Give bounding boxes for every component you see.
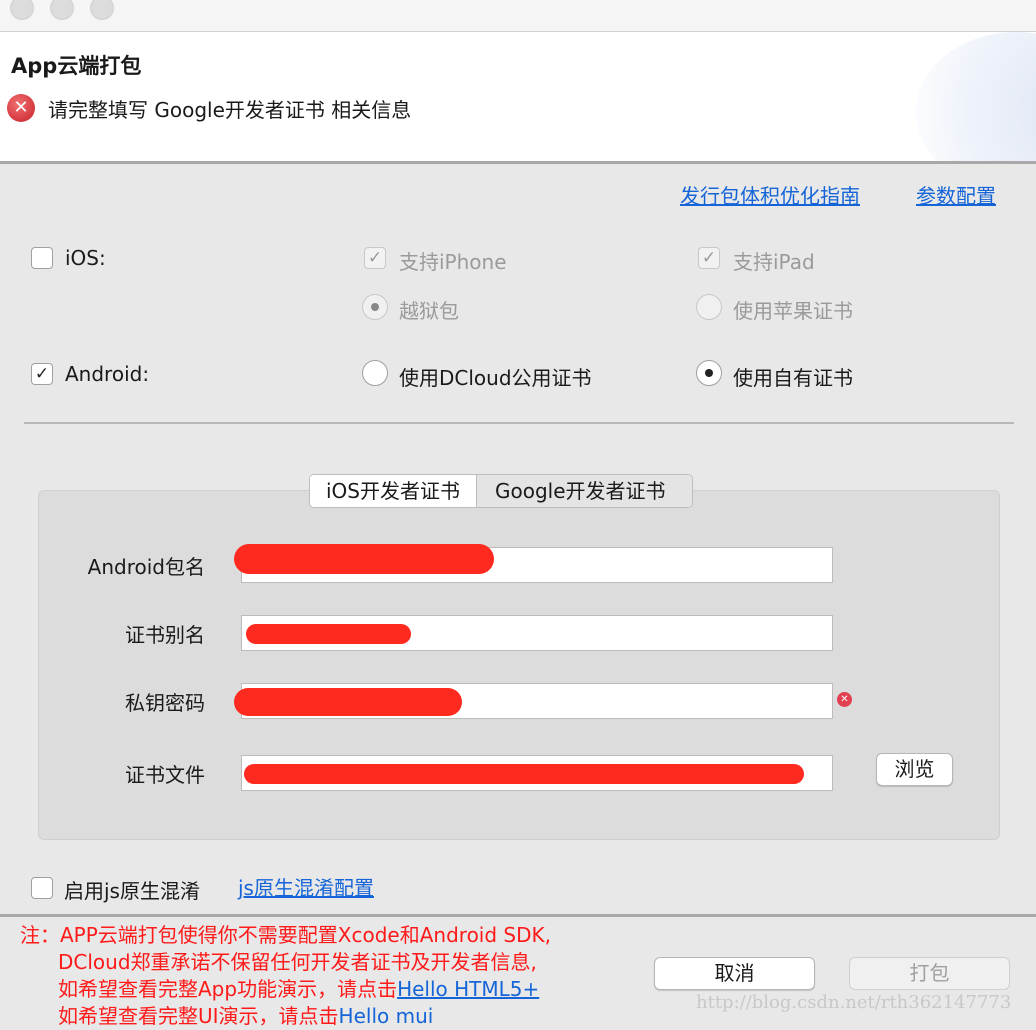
hello-mui-link[interactable]: Hello mui bbox=[339, 1004, 434, 1028]
dialog-header: App云端打包 ✕ 请完整填写 Google开发者证书 相关信息 bbox=[0, 32, 1036, 164]
alias-label: 证书别名 bbox=[125, 623, 205, 647]
jailbreak-label: 越狱包 bbox=[399, 299, 459, 323]
note-line-3: 如希望查看完整App功能演示，请点击 bbox=[58, 977, 398, 1001]
footer-divider bbox=[0, 914, 1036, 917]
hello-html5-link[interactable]: Hello HTML5+ bbox=[397, 977, 539, 1001]
note-line-4: 如希望查看完整UI演示，请点击 bbox=[58, 1004, 339, 1028]
apple-cert-label: 使用苹果证书 bbox=[733, 299, 853, 323]
size-guide-link[interactable]: 发行包体积优化指南 bbox=[680, 180, 860, 209]
redaction-mark bbox=[246, 624, 411, 644]
ipad-label: 支持iPad bbox=[733, 250, 815, 274]
iphone-checkbox[interactable]: ✓ bbox=[364, 247, 386, 269]
zoom-window-button[interactable] bbox=[90, 0, 114, 20]
watermark: http://blog.csdn.net/rth362147773 bbox=[696, 992, 1012, 1013]
redaction-mark bbox=[234, 544, 494, 574]
file-label: 证书文件 bbox=[125, 763, 205, 787]
cert-tabs: iOS开发者证书 Google开发者证书 bbox=[309, 474, 693, 508]
pack-button[interactable]: 打包 bbox=[849, 957, 1010, 990]
param-config-link[interactable]: 参数配置 bbox=[916, 180, 996, 209]
note-line-2: DCloud郑重承诺不保留任何开发者证书及开发者信息, bbox=[58, 950, 537, 974]
android-checkbox[interactable]: ✓ bbox=[31, 363, 53, 385]
redaction-mark bbox=[234, 688, 462, 716]
obfuscation-label: 启用js原生混淆 bbox=[64, 879, 200, 903]
error-message: 请完整填写 Google开发者证书 相关信息 bbox=[48, 98, 412, 122]
android-label: Android: bbox=[65, 362, 150, 386]
package-name-label: Android包名 bbox=[87, 555, 205, 579]
password-input[interactable] bbox=[234, 683, 833, 719]
dialog-title: App云端打包 bbox=[11, 54, 142, 78]
error-icon: ✕ bbox=[7, 94, 35, 122]
alias-input[interactable] bbox=[241, 615, 833, 651]
field-error-icon: ✕ bbox=[837, 692, 852, 707]
ios-label: iOS: bbox=[65, 246, 106, 270]
title-bar bbox=[0, 0, 1036, 32]
close-window-button[interactable] bbox=[10, 0, 34, 20]
browse-button[interactable]: 浏览 bbox=[876, 753, 953, 786]
jailbreak-radio[interactable] bbox=[362, 294, 388, 320]
divider bbox=[24, 422, 1014, 424]
ipad-checkbox[interactable]: ✓ bbox=[698, 247, 720, 269]
minimize-window-button[interactable] bbox=[50, 0, 74, 20]
note-line-1: 注：APP云端打包使得你不需要配置Xcode和Android SDK, bbox=[20, 923, 551, 947]
obfuscation-checkbox[interactable] bbox=[31, 877, 53, 899]
dcloud-cert-label: 使用DCloud公用证书 bbox=[399, 366, 592, 390]
header-decoration bbox=[916, 32, 1036, 161]
redaction-mark bbox=[244, 764, 804, 784]
iphone-label: 支持iPhone bbox=[399, 250, 507, 274]
ios-checkbox[interactable] bbox=[31, 247, 53, 269]
own-cert-radio[interactable] bbox=[696, 360, 722, 386]
dcloud-cert-radio[interactable] bbox=[362, 360, 388, 386]
tab-ios-cert[interactable]: iOS开发者证书 bbox=[310, 475, 476, 507]
file-input[interactable] bbox=[241, 755, 833, 791]
apple-cert-radio[interactable] bbox=[696, 294, 722, 320]
obfuscation-config-link[interactable]: js原生混淆配置 bbox=[238, 872, 374, 901]
package-name-input[interactable] bbox=[234, 544, 833, 583]
own-cert-label: 使用自有证书 bbox=[733, 366, 853, 390]
note-text: 注：APP云端打包使得你不需要配置Xcode和Android SDK, DClo… bbox=[20, 922, 551, 1030]
tab-google-cert[interactable]: Google开发者证书 bbox=[476, 475, 692, 507]
cancel-button[interactable]: 取消 bbox=[654, 957, 815, 990]
password-label: 私钥密码 bbox=[125, 691, 205, 715]
